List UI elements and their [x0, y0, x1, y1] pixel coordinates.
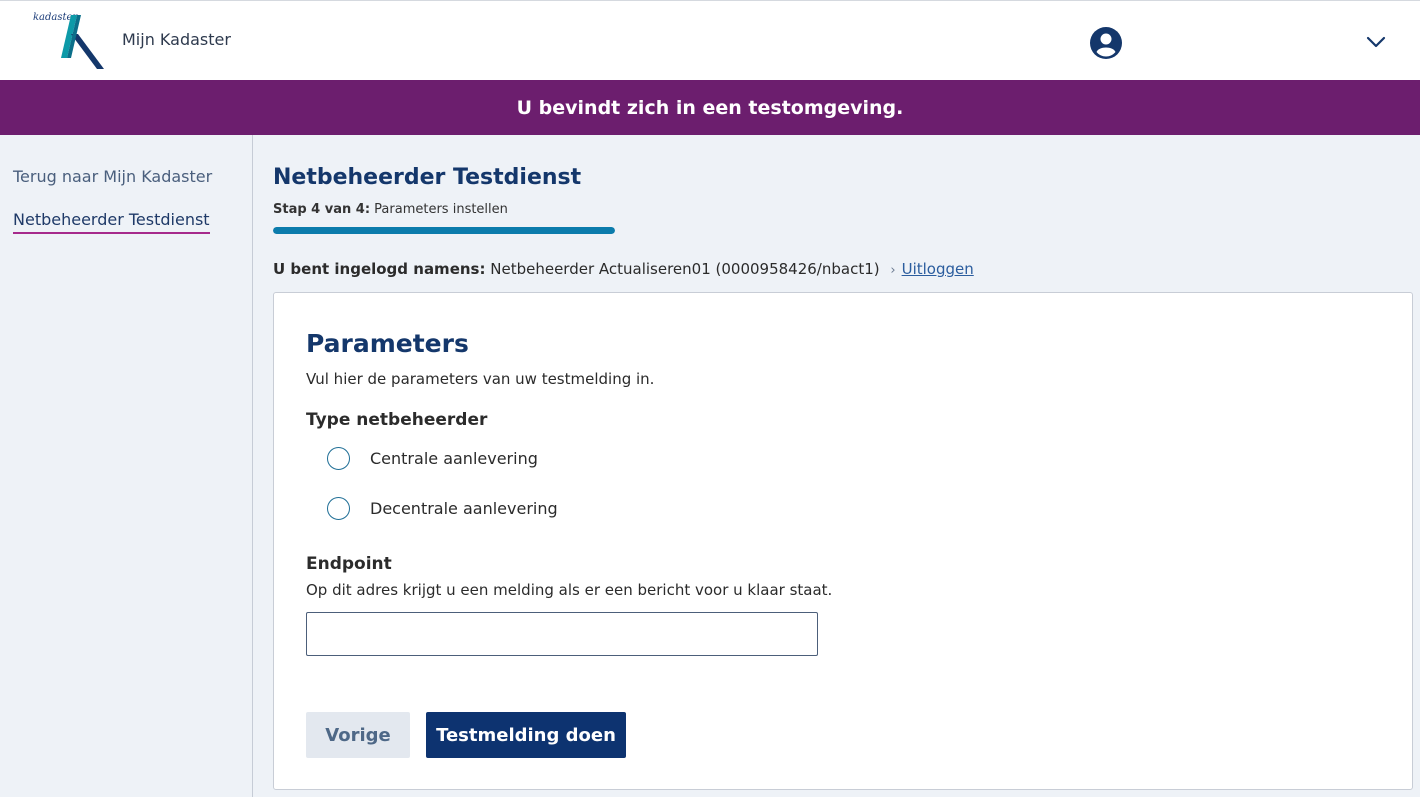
step-indicator: Stap 4 van 4: Parameters instellen — [273, 202, 508, 217]
endpoint-label: Endpoint — [306, 554, 392, 574]
step-prefix: Stap 4 van 4: — [273, 202, 371, 217]
page-title: Netbeheerder Testdienst — [273, 165, 582, 190]
chevron-right-icon: › — [890, 263, 896, 278]
step-text: Parameters instellen — [374, 202, 508, 217]
side-navigation: Terug naar Mijn Kadaster Netbeheerder Te… — [0, 135, 253, 797]
user-circle-icon — [1090, 27, 1122, 59]
logout-link[interactable]: Uitloggen — [902, 260, 974, 278]
kadaster-logo[interactable]: kadaster — [31, 12, 107, 72]
logo-mark-icon — [61, 15, 104, 69]
login-info: U bent ingelogd namens: Netbeheerder Act… — [273, 260, 974, 278]
progress-bar — [273, 227, 615, 234]
account-menu-toggle[interactable] — [1364, 31, 1388, 53]
radio-button[interactable] — [327, 447, 350, 470]
type-netbeheerder-label: Type netbeheerder — [306, 410, 488, 430]
radio-option-centrale[interactable]: Centrale aanlevering — [327, 447, 538, 470]
banner-text: U bevindt zich in een testomgeving. — [516, 96, 904, 119]
submit-test-button[interactable]: Testmelding doen — [426, 712, 626, 758]
radio-label: Decentrale aanlevering — [370, 499, 558, 518]
card-intro: Vul hier de parameters van uw testmeldin… — [306, 370, 655, 388]
app-name: Mijn Kadaster — [122, 30, 231, 49]
chevron-down-icon — [1366, 36, 1386, 48]
progress-fill — [273, 227, 615, 234]
endpoint-help-text: Op dit adres krijgt u een melding als er… — [306, 581, 833, 599]
radio-button[interactable] — [327, 497, 350, 520]
test-environment-banner: U bevindt zich in een testomgeving. — [0, 80, 1420, 135]
sidebar-item-back[interactable]: Terug naar Mijn Kadaster — [13, 167, 212, 186]
sidebar-item-testdienst[interactable]: Netbeheerder Testdienst — [13, 210, 210, 234]
card-title: Parameters — [306, 329, 469, 358]
top-header: kadaster Mijn Kadaster — [0, 0, 1420, 80]
parameters-card: Parameters Vul hier de parameters van uw… — [273, 292, 1413, 790]
previous-button[interactable]: Vorige — [306, 712, 410, 758]
login-prefix: U bent ingelogd namens: — [273, 260, 486, 278]
radio-option-decentrale[interactable]: Decentrale aanlevering — [327, 497, 558, 520]
endpoint-input[interactable] — [306, 612, 818, 656]
radio-label: Centrale aanlevering — [370, 449, 538, 468]
user-account-button[interactable] — [1089, 26, 1123, 60]
login-value: Netbeheerder Actualiseren01 (0000958426/… — [490, 260, 880, 278]
